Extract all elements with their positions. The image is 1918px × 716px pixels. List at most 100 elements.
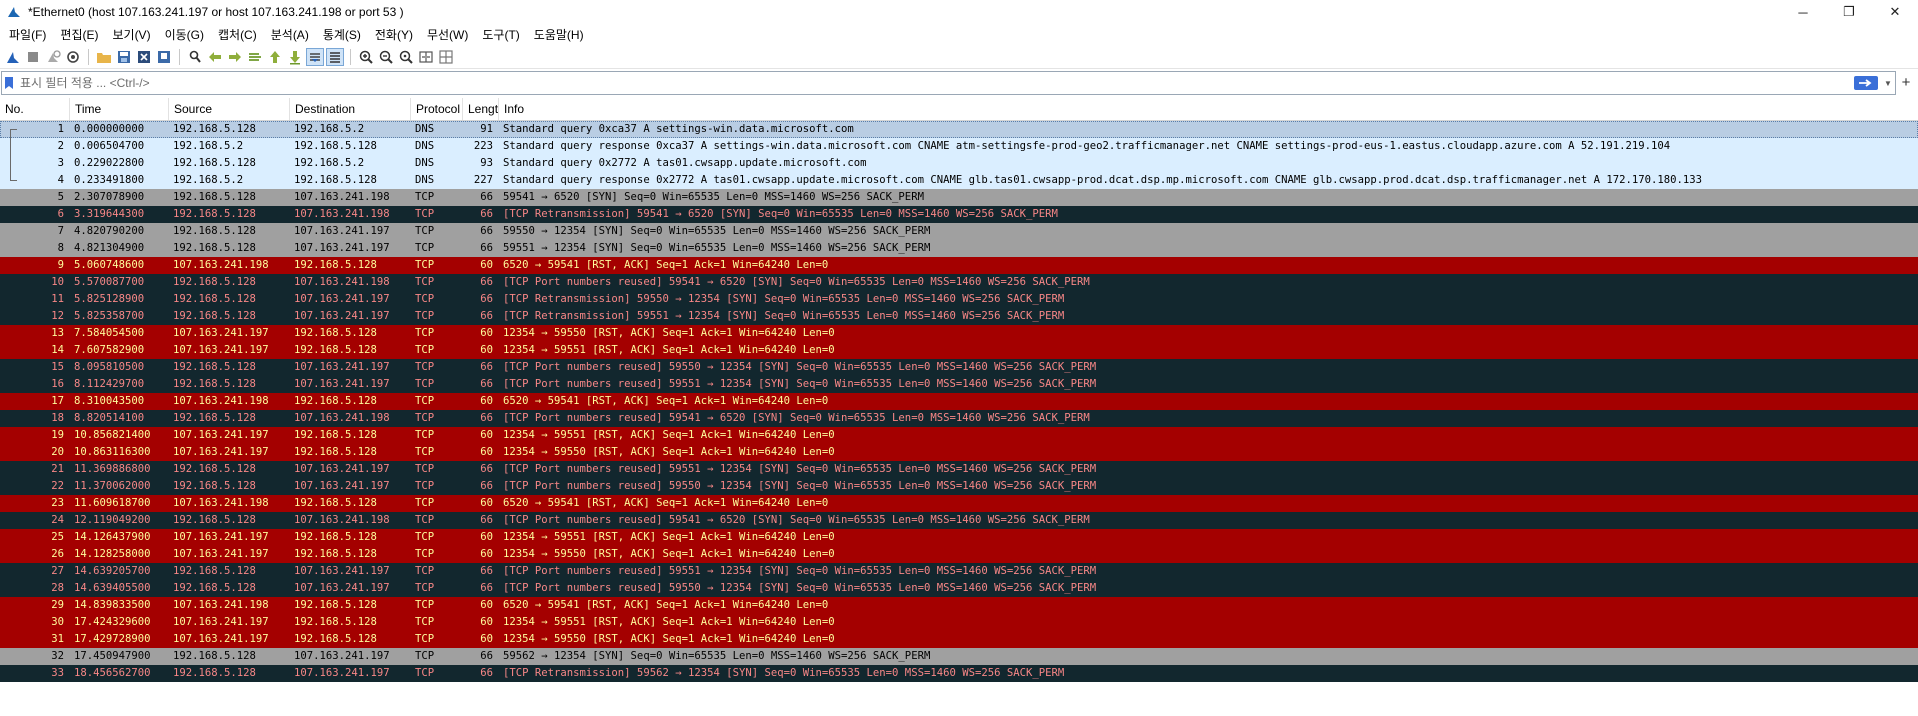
save-icon[interactable] (115, 48, 133, 66)
zoom-out-icon[interactable] (377, 48, 395, 66)
packet-row[interactable]: 2 0.006504700 192.168.5.2 192.168.5.128 DNS 2… (0, 138, 1918, 155)
forward-icon[interactable] (226, 48, 244, 66)
restart-icon[interactable] (44, 48, 62, 66)
packet-row[interactable]: 25 14.126437900 107.163.241.197 192.168.5.1… (0, 529, 1918, 546)
packet-row[interactable]: 27 14.639205700 192.168.5.128 107.163.241.1… (0, 563, 1918, 580)
display-filter-input[interactable] (16, 74, 1854, 92)
packet-protocol: TCP (415, 361, 435, 373)
packet-time: 17.450947900 (74, 650, 151, 662)
packet-row[interactable]: 8 4.821304900 192.168.5.128 107.163.241.197… (0, 240, 1918, 257)
menu-tools[interactable]: 도구(T) (475, 24, 526, 46)
packet-row[interactable]: 9 5.060748600 107.163.241.198 192.168.5.128… (0, 257, 1918, 274)
packet-source: 107.163.241.197 (173, 548, 269, 560)
restore-button[interactable]: ❐ (1826, 0, 1872, 24)
resize-columns-icon[interactable] (417, 48, 435, 66)
menu-go[interactable]: 이동(G) (158, 24, 211, 46)
menu-edit[interactable]: 편집(E) (53, 24, 105, 46)
packet-row[interactable]: 6 3.319644300 192.168.5.128 107.163.241.198… (0, 206, 1918, 223)
toolbar-separator (179, 49, 180, 65)
packet-row[interactable]: 22 11.370062000 192.168.5.128 107.163.241.1… (0, 478, 1918, 495)
go-to-packet-icon[interactable] (246, 48, 264, 66)
packet-row[interactable]: 19 10.856821400 107.163.241.197 192.168.5.1… (0, 427, 1918, 444)
packet-time: 5.570087700 (74, 276, 145, 288)
packet-protocol: TCP (415, 514, 435, 526)
menu-capture[interactable]: 캡처(C) (211, 24, 264, 46)
menu-view[interactable]: 보기(V) (105, 24, 157, 46)
packet-row[interactable]: 7 4.820790200 192.168.5.128 107.163.241.197… (0, 223, 1918, 240)
shark-start-icon[interactable] (4, 48, 22, 66)
packet-info: 6520 → 59541 [RST, ACK] Seq=1 Ack=1 Win=… (503, 395, 829, 407)
reload-icon[interactable] (155, 48, 173, 66)
close-button[interactable]: ✕ (1872, 0, 1918, 24)
packet-row[interactable]: 24 12.119049200 192.168.5.128 107.163.241.1… (0, 512, 1918, 529)
layout-icon[interactable] (437, 48, 455, 66)
autoscroll-icon[interactable] (306, 48, 324, 66)
add-filter-button[interactable]: + (1897, 72, 1915, 92)
packet-row[interactable]: 4 0.233491800 192.168.5.2 192.168.5.128 DNS 2… (0, 172, 1918, 189)
menu-file[interactable]: 파일(F) (2, 24, 53, 46)
packet-row[interactable]: 1 0.000000000 192.168.5.128 192.168.5.2 DNS 9… (0, 121, 1918, 138)
capture-options-icon[interactable] (64, 48, 82, 66)
menu-help[interactable]: 도움말(H) (527, 24, 591, 46)
bookmark-icon[interactable] (2, 73, 16, 93)
packet-source: 107.163.241.198 (173, 395, 269, 407)
packet-row[interactable]: 26 14.128258000 107.163.241.197 192.168.5.1… (0, 546, 1918, 563)
last-packet-icon[interactable] (286, 48, 304, 66)
packet-row[interactable]: 13 7.584054500 107.163.241.197 192.168.5.12… (0, 325, 1918, 342)
packet-row[interactable]: 31 17.429728900 107.163.241.197 192.168.5.1… (0, 631, 1918, 648)
packet-row[interactable]: 20 10.863116300 107.163.241.197 192.168.5.1… (0, 444, 1918, 461)
packet-row[interactable]: 17 8.310043500 107.163.241.198 192.168.5.12… (0, 393, 1918, 410)
menu-analyze[interactable]: 분석(A) (264, 24, 316, 46)
column-header-time[interactable]: Time (70, 98, 169, 120)
packet-info: 59562 → 12354 [SYN] Seq=0 Win=65535 Len=… (503, 650, 931, 662)
packet-row[interactable]: 10 5.570087700 192.168.5.128 107.163.241.19… (0, 274, 1918, 291)
back-icon[interactable] (206, 48, 224, 66)
packet-row[interactable]: 5 2.307078900 192.168.5.128 107.163.241.198… (0, 189, 1918, 206)
packet-row[interactable]: 18 8.820514100 192.168.5.128 107.163.241.19… (0, 410, 1918, 427)
menu-statistics[interactable]: 통계(S) (316, 24, 368, 46)
packet-no: 15 (51, 361, 64, 373)
packet-source: 192.168.5.128 (173, 463, 256, 475)
packet-row[interactable]: 30 17.424329600 107.163.241.197 192.168.5.1… (0, 614, 1918, 631)
packet-protocol: TCP (415, 633, 435, 645)
menu-wireless[interactable]: 무선(W) (420, 24, 475, 46)
colorize-icon[interactable] (326, 48, 344, 66)
packet-protocol: DNS (415, 157, 435, 169)
first-packet-icon[interactable] (266, 48, 284, 66)
packet-info: [TCP Port numbers reused] 59541 → 6520 [… (503, 514, 1090, 526)
packet-row[interactable]: 33 18.456562700 192.168.5.128 107.163.241.1… (0, 665, 1918, 682)
packet-row[interactable]: 23 11.609618700 107.163.241.198 192.168.5.1… (0, 495, 1918, 512)
column-header-destination[interactable]: Destination (290, 98, 411, 120)
stop-icon[interactable] (24, 48, 42, 66)
menu-bar: 파일(F) 편집(E) 보기(V) 이동(G) 캡처(C) 분석(A) 통계(S… (0, 24, 1918, 46)
zoom-in-icon[interactable] (357, 48, 375, 66)
minimize-button[interactable]: ─ (1780, 0, 1826, 24)
packet-protocol: TCP (415, 242, 435, 254)
packet-time: 7.607582900 (74, 344, 145, 356)
find-icon[interactable] (186, 48, 204, 66)
column-header-source[interactable]: Source (169, 98, 290, 120)
packet-time: 8.820514100 (74, 412, 145, 424)
packet-row[interactable]: 32 17.450947900 192.168.5.128 107.163.241.1… (0, 648, 1918, 665)
packet-row[interactable]: 3 0.229022800 192.168.5.128 192.168.5.2 DNS 9… (0, 155, 1918, 172)
packet-row[interactable]: 29 14.839833500 107.163.241.198 192.168.5.1… (0, 597, 1918, 614)
packet-row[interactable]: 16 8.112429700 192.168.5.128 107.163.241.19… (0, 376, 1918, 393)
packet-row[interactable]: 12 5.825358700 192.168.5.128 107.163.241.19… (0, 308, 1918, 325)
column-header-info[interactable]: Info (499, 98, 1918, 120)
column-header-protocol[interactable]: Protocol (411, 98, 463, 120)
packet-row[interactable]: 28 14.639405500 192.168.5.128 107.163.241.1… (0, 580, 1918, 597)
close-file-icon[interactable] (135, 48, 153, 66)
packet-row[interactable]: 21 11.369886800 192.168.5.128 107.163.241.1… (0, 461, 1918, 478)
apply-filter-arrow-icon[interactable] (1854, 76, 1878, 90)
open-folder-icon[interactable] (95, 48, 113, 66)
column-header-no[interactable]: No. (0, 98, 70, 120)
filter-history-chevron-down-icon[interactable]: ▼ (1881, 73, 1895, 93)
packet-row[interactable]: 11 5.825128900 192.168.5.128 107.163.241.19… (0, 291, 1918, 308)
menu-telephony[interactable]: 전화(Y) (368, 24, 420, 46)
normal-size-icon[interactable] (397, 48, 415, 66)
packet-protocol: TCP (415, 650, 435, 662)
column-header-length[interactable]: Lengt (463, 98, 499, 120)
packet-row[interactable]: 14 7.607582900 107.163.241.197 192.168.5.12… (0, 342, 1918, 359)
packet-no: 29 (51, 599, 64, 611)
packet-row[interactable]: 15 8.095810500 192.168.5.128 107.163.241.19… (0, 359, 1918, 376)
